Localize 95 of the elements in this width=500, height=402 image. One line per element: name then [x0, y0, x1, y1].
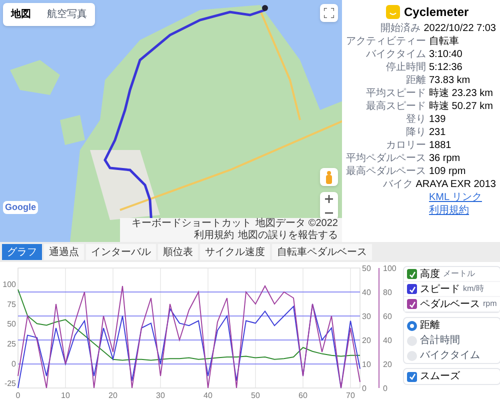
stat-label: カロリー [385, 139, 426, 152]
y-tick-label: 60 [383, 312, 392, 321]
attribution-link[interactable]: 利用規約 [194, 230, 234, 242]
plus-icon [325, 195, 333, 203]
series-unit: km/時 [463, 283, 484, 295]
tab[interactable]: サイクル速度 [200, 244, 270, 260]
app-name: Cyclemeter [404, 4, 469, 21]
stat-value: 3:10:40 [429, 48, 462, 61]
y-tick-label: 0 [383, 384, 388, 393]
x-tick-label: 20 [108, 391, 118, 400]
fullscreen-icon [324, 8, 334, 18]
checkbox[interactable] [407, 269, 417, 279]
check-icon [408, 373, 416, 380]
tab[interactable]: インターバル [86, 244, 156, 260]
stat-value: 時速 50.27 km [429, 100, 493, 113]
stat-label: バイクタイム [365, 48, 426, 61]
checkbox[interactable] [407, 299, 417, 309]
series-name: ペダルベース [420, 298, 480, 312]
option-label: スムーズ [420, 370, 460, 384]
stat-label: 降り [405, 126, 426, 139]
x-tick-label: 0 [16, 391, 20, 400]
person-icon [325, 170, 333, 184]
y-tick-label: 40 [362, 288, 371, 297]
stat-value: 73.83 km [429, 74, 470, 87]
y-tick-label: 100 [2, 280, 16, 289]
tab[interactable]: グラフ [2, 244, 42, 260]
check-icon [408, 286, 416, 292]
y-tick-label: 0 [362, 384, 366, 393]
y-tick-label: 75 [7, 300, 16, 309]
minus-icon [325, 212, 333, 214]
map-type-tab[interactable]: 地図 [3, 3, 39, 26]
stat-value: ARAYA EXR 2013 [416, 178, 496, 191]
tab[interactable]: 自転車ペダルベース [272, 244, 372, 260]
stat-label: 登り [405, 113, 426, 126]
radio-button[interactable] [407, 336, 417, 346]
stat-label: 停止時間 [385, 61, 426, 74]
y-tick-label: 80 [383, 288, 392, 297]
stat-value: 109 rpm [429, 165, 466, 178]
tab[interactable]: 順位表 [158, 244, 198, 260]
stat-label: アクティビティー [346, 35, 426, 48]
x-tick-label: 10 [61, 391, 70, 400]
tab[interactable]: 通過点 [44, 244, 84, 260]
checkbox[interactable] [407, 284, 417, 294]
check-icon [408, 270, 416, 278]
y-tick-label: 0 [12, 359, 16, 368]
attribution-link[interactable]: 地図の誤りを報告する [238, 230, 338, 242]
x-tick-label: 30 [156, 391, 165, 400]
y-tick-label: 30 [362, 312, 371, 321]
stat-value: 時速 23.23 km [429, 87, 493, 100]
series-unit: メートル [443, 268, 475, 280]
option-label: 距離 [420, 319, 440, 333]
y-tick-label: 20 [383, 360, 392, 369]
y-tick-label: 40 [383, 336, 392, 345]
radio-button[interactable] [407, 320, 417, 330]
stat-label: 平均ペダルペース [346, 152, 426, 165]
stat-value: 36 rpm [429, 152, 460, 165]
stat-value: 2022/10/22 7:03 [424, 22, 496, 35]
option-label: バイクタイム [420, 349, 480, 363]
check-icon [408, 300, 416, 308]
stat-label: 最高ペダルペース [346, 165, 426, 178]
y-tick-label: 100 [383, 264, 396, 273]
stat-label: 最高スピード [365, 100, 426, 113]
stat-value: 自転車 [429, 35, 459, 48]
stat-value: 231 [429, 126, 446, 139]
series-name: スピード [420, 282, 460, 296]
map-type-tab[interactable]: 航空写真 [39, 3, 95, 26]
summary-link[interactable]: KML リンク [429, 191, 496, 204]
stat-label: 開始済み [380, 22, 421, 35]
x-tick-label: 40 [204, 391, 212, 400]
y-tick-label: -25 [4, 379, 16, 388]
fullscreen-button[interactable] [320, 4, 338, 22]
x-tick-label: 60 [298, 391, 308, 400]
series-unit: rpm [483, 298, 497, 310]
x-tick-label: 70 [346, 391, 355, 400]
stat-label: 距離 [405, 74, 426, 87]
face-icon [386, 5, 400, 19]
radio-button[interactable] [407, 350, 417, 360]
y-tick-label: 25 [7, 340, 16, 348]
attribution-link[interactable]: 地図データ ©2022 [256, 218, 338, 230]
y-tick-label: 10 [362, 360, 371, 369]
checkbox[interactable] [407, 372, 417, 382]
y-tick-label: 20 [362, 336, 371, 345]
attribution-link[interactable]: キーボードショートカット [132, 218, 252, 230]
map-logo: Google [3, 200, 38, 214]
stat-value: 1881 [429, 139, 452, 152]
option-label: 合計時間 [420, 334, 460, 348]
y-tick-label: 50 [362, 264, 371, 273]
x-tick-label: 50 [251, 391, 260, 400]
stat-label: 平均スピード [365, 87, 426, 100]
stat-value: 139 [429, 113, 446, 126]
summary-link[interactable]: 利用規約 [429, 204, 496, 217]
stat-value: 5:12:36 [429, 61, 462, 74]
series-name: 高度 [420, 268, 440, 282]
y-tick-label: 50 [7, 320, 16, 329]
stat-label: バイク [382, 178, 413, 191]
